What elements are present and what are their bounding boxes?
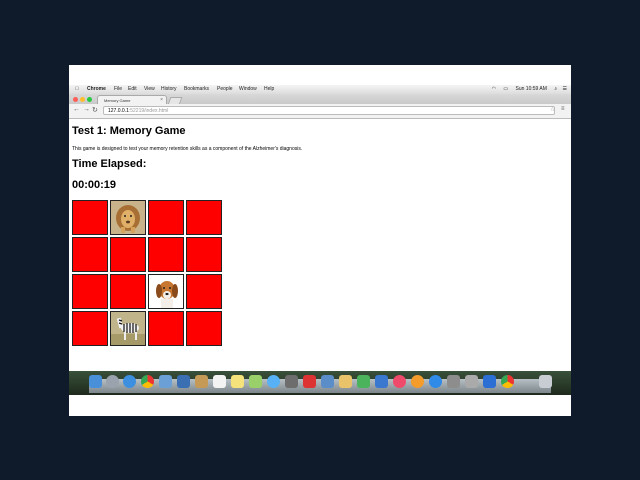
maps-icon[interactable] — [249, 375, 262, 388]
dog-icon — [149, 275, 183, 308]
tab-strip: Memory Game × — [69, 94, 571, 105]
lion-icon — [111, 201, 145, 234]
zebra-icon — [111, 312, 145, 345]
tab-memory-game[interactable]: Memory Game × — [97, 95, 167, 104]
menu-help[interactable]: Help — [264, 85, 274, 94]
page-content: Test 1: Memory Game This game is designe… — [69, 119, 571, 374]
memory-card[interactable] — [186, 274, 222, 309]
battery-icon[interactable]: ▭ — [503, 86, 508, 92]
bookmark-star-icon[interactable]: ☆ — [550, 106, 555, 113]
reload-icon[interactable]: ↻ — [92, 106, 98, 114]
menu-view[interactable]: View — [144, 85, 155, 94]
bottom-strip — [69, 395, 571, 416]
page-title: Test 1: Memory Game — [72, 125, 186, 137]
forward-icon[interactable]: → — [83, 106, 90, 113]
spotlight-icon[interactable]: ⌕ — [554, 86, 557, 92]
wifi-icon[interactable]: ◠ — [492, 86, 496, 92]
url-host: 127.0.0.1 — [108, 108, 129, 114]
back-icon[interactable]: ← — [73, 106, 80, 113]
time-elapsed-heading: Time Elapsed: — [72, 158, 147, 170]
memory-card-dog[interactable] — [148, 274, 184, 309]
app-store-icon[interactable] — [429, 375, 442, 388]
apple-icon[interactable]:  — [75, 85, 79, 94]
memory-grid — [72, 200, 224, 349]
photo-booth-icon[interactable] — [303, 375, 316, 388]
chrome-icon[interactable] — [141, 375, 154, 388]
url-path: :52219/index.html — [128, 108, 169, 114]
memory-card[interactable] — [72, 311, 108, 346]
screen:  Chrome File Edit View History Bookmark… — [69, 65, 571, 416]
dock — [69, 371, 571, 395]
menu-window[interactable]: Window — [239, 85, 257, 94]
launchpad-icon[interactable] — [106, 375, 119, 388]
iphoto-icon[interactable] — [321, 375, 334, 388]
page-description: This game is designed to test your memor… — [72, 146, 303, 152]
tab-title: Memory Game — [104, 98, 131, 103]
menu-history[interactable]: History — [161, 85, 177, 94]
memory-card[interactable] — [148, 237, 184, 272]
timer: 00:00:19 — [72, 179, 117, 191]
camera-icon[interactable] — [285, 375, 298, 388]
menu-people[interactable]: People — [217, 85, 233, 94]
browser-toolbar: ← → ↻ 127.0.0.1:52219/index.html ☆ ≡ — [69, 104, 571, 119]
ibooks-icon[interactable] — [411, 375, 424, 388]
pages-icon[interactable] — [339, 375, 352, 388]
menubar-status-area: ◠ ▭ Sun 10:59 AM ⌕ ☰ — [492, 85, 567, 94]
preferences-icon[interactable] — [447, 375, 460, 388]
memory-card[interactable] — [72, 274, 108, 309]
minimize-window-button[interactable] — [80, 97, 85, 102]
memory-card[interactable] — [72, 237, 108, 272]
memory-card[interactable] — [110, 237, 146, 272]
safari-icon[interactable] — [123, 375, 136, 388]
memory-card[interactable] — [186, 311, 222, 346]
screenshot-icon[interactable] — [483, 375, 496, 388]
address-bar[interactable]: 127.0.0.1:52219/index.html — [103, 106, 555, 115]
memory-card-lion[interactable] — [110, 200, 146, 235]
mac-menu-bar:  Chrome File Edit View History Bookmark… — [69, 85, 571, 94]
memory-card[interactable] — [110, 274, 146, 309]
contacts-icon[interactable] — [177, 375, 190, 388]
menu-file[interactable]: File — [114, 85, 122, 94]
close-window-button[interactable] — [73, 97, 78, 102]
calendar-icon[interactable] — [213, 375, 226, 388]
zoom-window-button[interactable] — [87, 97, 92, 102]
chrome-menu-icon[interactable]: ≡ — [561, 106, 565, 112]
memory-card[interactable] — [186, 200, 222, 235]
menu-bookmarks[interactable]: Bookmarks — [184, 85, 209, 94]
chrome-icon[interactable] — [501, 375, 514, 388]
memory-card[interactable] — [186, 237, 222, 272]
clock[interactable]: Sun 10:59 AM — [516, 86, 547, 92]
notes-icon[interactable] — [195, 375, 208, 388]
trash-icon[interactable] — [539, 375, 552, 388]
numbers-icon[interactable] — [357, 375, 370, 388]
menu-chrome[interactable]: Chrome — [87, 85, 106, 94]
memory-card[interactable] — [148, 200, 184, 235]
notification-center-icon[interactable]: ☰ — [563, 86, 567, 92]
memory-card[interactable] — [72, 200, 108, 235]
keynote-icon[interactable] — [375, 375, 388, 388]
stickies-icon[interactable] — [231, 375, 244, 388]
memory-card-zebra[interactable] — [110, 311, 146, 346]
messages-icon[interactable] — [267, 375, 280, 388]
menu-edit[interactable]: Edit — [128, 85, 137, 94]
memory-card[interactable] — [148, 311, 184, 346]
itunes-icon[interactable] — [393, 375, 406, 388]
calculator-icon[interactable] — [465, 375, 478, 388]
finder-icon[interactable] — [89, 375, 102, 388]
mail-icon[interactable] — [159, 375, 172, 388]
